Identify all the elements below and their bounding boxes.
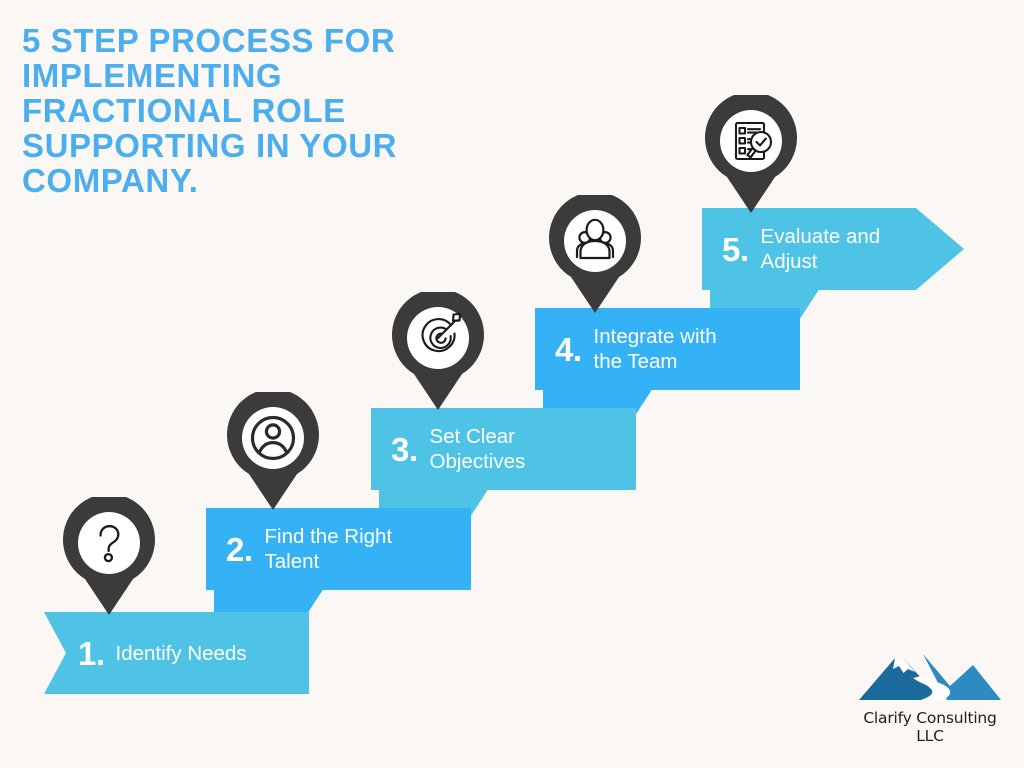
step-2-banner[interactable]: 2. Find the Right Talent	[206, 508, 471, 590]
step-1-number: 1.	[78, 634, 105, 672]
step-4-label: Integrate with the Team	[593, 325, 717, 373]
step-1-label: Identify Needs	[115, 641, 247, 665]
step-5-pin[interactable]	[703, 95, 799, 213]
step-3-pin[interactable]	[390, 292, 486, 410]
step-3-number: 3.	[391, 430, 418, 468]
step-2-pin[interactable]	[225, 392, 321, 510]
step-3-label: Set Clear Objectives	[429, 425, 526, 473]
step-3-banner[interactable]: 3. Set Clear Objectives	[371, 408, 636, 490]
step-5-number: 5.	[722, 230, 749, 268]
step-1-banner[interactable]: 1. Identify Needs	[44, 612, 309, 694]
step-4-number: 4.	[555, 330, 582, 368]
step-2-label: Find the Right Talent	[264, 525, 393, 573]
step-1-pin[interactable]	[61, 497, 157, 615]
logo-text: Clarify Consulting LLC	[863, 709, 997, 745]
step-5-label: Evaluate and Adjust	[760, 225, 881, 273]
step-4-pin[interactable]	[547, 195, 643, 313]
step-2-number: 2.	[226, 530, 253, 568]
step-4-banner[interactable]: 4. Integrate with the Team	[535, 308, 800, 390]
mountain-river-logo-icon	[859, 654, 1001, 700]
company-logo: Clarify Consulting LLC	[848, 648, 1012, 745]
step-5-banner[interactable]: 5. Evaluate and Adjust	[702, 208, 964, 290]
page-title: 5 STEP PROCESS FOR IMPLEMENTING FRACTION…	[22, 22, 398, 199]
infographic-canvas: 5 STEP PROCESS FOR IMPLEMENTING FRACTION…	[0, 0, 1024, 768]
